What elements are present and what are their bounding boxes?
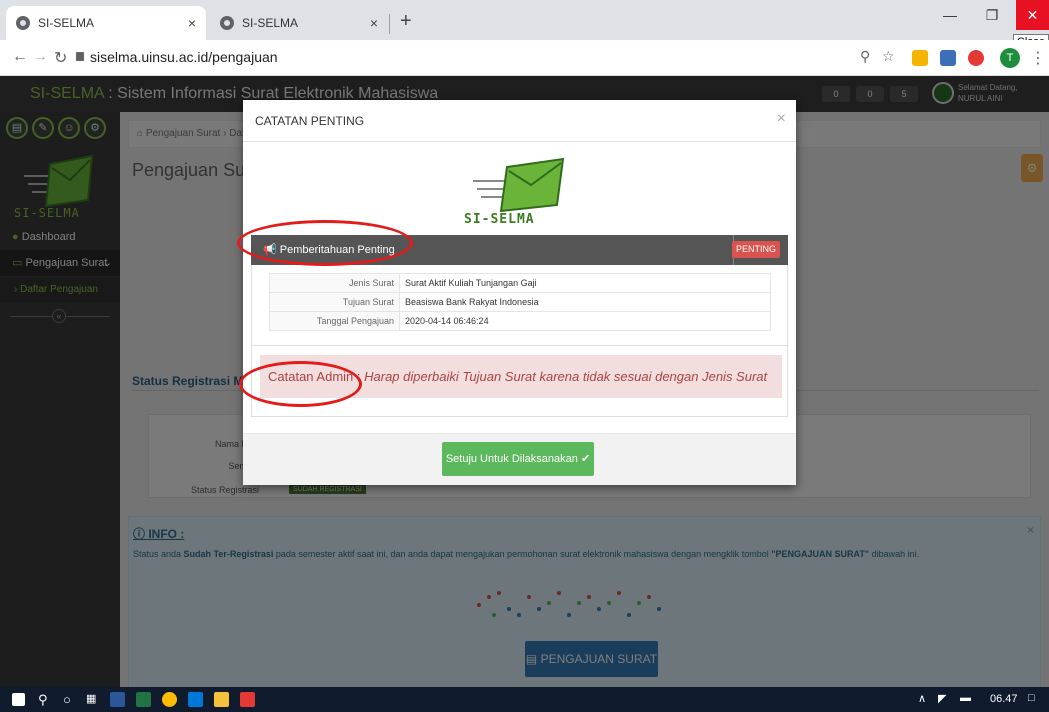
browser-tabstrip: SI-SELMA × SI-SELMA × + — ❐ ✕ Close bbox=[0, 0, 1049, 50]
table-row: Jenis Surat Surat Aktif Kuliah Tunjangan… bbox=[269, 273, 771, 293]
panel-body: Jenis Surat Surat Aktif Kuliah Tunjangan… bbox=[251, 265, 788, 417]
note-text: Harap diperbaiki Tujuan Surat karena tid… bbox=[364, 369, 768, 384]
table-row: Tanggal Pengajuan 2020-04-14 06:46:24 bbox=[269, 311, 771, 331]
table-row: Tujuan Surat Beasiswa Bank Rakyat Indone… bbox=[269, 292, 771, 312]
row-key: Tujuan Surat bbox=[269, 292, 400, 312]
acrobat-icon[interactable] bbox=[240, 692, 255, 707]
forward-icon[interactable]: → bbox=[32, 48, 48, 66]
check-circle-icon: ✔ bbox=[580, 453, 591, 465]
modal-header: CATATAN PENTING × bbox=[243, 100, 796, 142]
extension-icon[interactable] bbox=[968, 50, 984, 66]
tab-label: SI-SELMA bbox=[38, 16, 95, 30]
catatan-penting-modal: CATATAN PENTING × SI-SELMA 📢 Pemberitahu… bbox=[243, 100, 796, 485]
extension-icon[interactable] bbox=[912, 50, 928, 66]
panel-heading: 📢 Pemberitahuan Penting PENTING bbox=[251, 235, 788, 265]
cortana-icon[interactable]: ○ bbox=[63, 692, 71, 707]
divider bbox=[252, 345, 787, 346]
tab-separator bbox=[389, 14, 390, 34]
browser-tab-2[interactable]: SI-SELMA × bbox=[210, 6, 388, 40]
penting-badge: PENTING bbox=[731, 241, 780, 258]
close-tab-icon[interactable]: × bbox=[370, 15, 378, 31]
network-icon[interactable]: ◤ bbox=[938, 692, 946, 705]
modal-logo-text: SI-SELMA bbox=[464, 212, 535, 227]
row-value: 2020-04-14 06:46:24 bbox=[399, 311, 771, 331]
menu-kebab-icon[interactable]: ⋮ bbox=[1030, 48, 1046, 68]
globe-icon bbox=[220, 16, 234, 30]
row-value: Beasiswa Bank Rakyat Indonesia bbox=[399, 292, 771, 312]
windows-start-icon[interactable] bbox=[12, 693, 25, 706]
admin-note: Catatan Admin : Harap diperbaiki Tujuan … bbox=[260, 355, 782, 398]
agree-button[interactable]: Setuju Untuk Dilaksanakan ✔ bbox=[442, 442, 594, 476]
note-label: Catatan Admin : bbox=[268, 369, 365, 384]
row-value: Surat Aktif Kuliah Tunjangan Gaji bbox=[399, 273, 771, 293]
minimize-button[interactable]: — bbox=[930, 0, 970, 30]
search-icon[interactable]: ⚲ bbox=[38, 692, 48, 708]
store-icon[interactable] bbox=[188, 692, 203, 707]
siselma-logo-icon bbox=[473, 157, 565, 213]
modal-title: CATATAN PENTING bbox=[255, 114, 365, 128]
reload-icon[interactable]: ↻ bbox=[54, 48, 67, 68]
battery-icon[interactable]: ▬ bbox=[960, 692, 971, 704]
profile-avatar[interactable]: T bbox=[1000, 48, 1020, 68]
window-close-button[interactable]: ✕ bbox=[1016, 0, 1049, 30]
close-tab-icon[interactable]: × bbox=[188, 15, 196, 31]
extension-icon[interactable] bbox=[940, 50, 956, 66]
row-key: Jenis Surat bbox=[269, 273, 400, 293]
word-icon[interactable] bbox=[110, 692, 125, 707]
tab-label: SI-SELMA bbox=[242, 16, 299, 30]
close-icon[interactable]: × bbox=[777, 110, 786, 128]
browser-tab-1[interactable]: SI-SELMA × bbox=[6, 6, 206, 40]
tray-chevron-up-icon[interactable]: ∧ bbox=[918, 692, 926, 705]
new-tab-button[interactable]: + bbox=[400, 10, 412, 33]
zoom-icon[interactable]: ⚲ bbox=[860, 48, 870, 65]
lock-icon bbox=[76, 52, 84, 61]
task-view-icon[interactable]: ▦ bbox=[86, 692, 96, 705]
address-bar: ← → ↻ siselma.uinsu.ac.id/pengajuan ⚲ ☆ … bbox=[0, 40, 1049, 76]
globe-icon bbox=[16, 16, 30, 30]
bullhorn-icon: 📢 bbox=[263, 244, 280, 256]
detail-table: Jenis Surat Surat Aktif Kuliah Tunjangan… bbox=[269, 273, 771, 331]
chrome-icon[interactable] bbox=[162, 692, 177, 707]
windows-taskbar: ⚲ ○ ▦ ∧ ◤ ▬ 06.47 □ bbox=[0, 687, 1049, 712]
restore-button[interactable]: ❐ bbox=[972, 0, 1012, 30]
back-icon[interactable]: ← bbox=[12, 48, 28, 66]
row-key: Tanggal Pengajuan bbox=[269, 311, 400, 331]
url-field[interactable]: siselma.uinsu.ac.id/pengajuan bbox=[90, 49, 278, 65]
notification-icon[interactable]: □ bbox=[1028, 692, 1035, 704]
modal-footer: Setuju Untuk Dilaksanakan ✔ bbox=[243, 433, 796, 485]
clock[interactable]: 06.47 bbox=[990, 693, 1018, 705]
file-explorer-icon[interactable] bbox=[214, 692, 229, 707]
bookmark-star-icon[interactable]: ☆ bbox=[882, 48, 895, 65]
excel-icon[interactable] bbox=[136, 692, 151, 707]
